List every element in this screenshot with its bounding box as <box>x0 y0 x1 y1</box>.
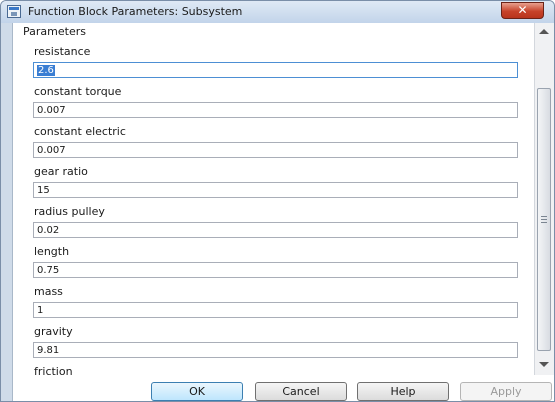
field-label-gravity: gravity <box>34 325 73 338</box>
radius-pulley-input[interactable]: 0.02 <box>33 222 518 238</box>
field-label-radius-pulley: radius pulley <box>34 205 105 218</box>
field-label-mass: mass <box>34 285 63 298</box>
resistance-input[interactable]: 2.6 <box>33 62 518 78</box>
dialog-window: Function Block Parameters: Subsystem ✕ P… <box>0 0 555 402</box>
cancel-button[interactable]: Cancel <box>255 382 347 401</box>
resistance-value: 2.6 <box>37 65 55 76</box>
field-label-gear-ratio: gear ratio <box>34 165 88 178</box>
field-label-friction: friction <box>34 365 73 378</box>
scrollbar-thumb[interactable] <box>537 88 551 351</box>
ok-button[interactable]: OK <box>151 382 243 401</box>
field-label-length: length <box>34 245 70 258</box>
parameters-group-label: Parameters <box>23 25 86 38</box>
window-title: Function Block Parameters: Subsystem <box>28 5 243 18</box>
close-icon: ✕ <box>517 3 528 17</box>
grip-line <box>541 216 547 217</box>
grip-line <box>541 219 547 220</box>
length-input[interactable]: 0.75 <box>33 262 518 278</box>
help-button[interactable]: Help <box>357 382 449 401</box>
app-icon-body <box>11 12 17 16</box>
apply-button[interactable]: Apply <box>460 382 552 401</box>
field-label-resistance: resistance <box>34 45 91 58</box>
app-icon[interactable] <box>7 5 21 18</box>
gear-ratio-input[interactable]: 15 <box>33 182 518 198</box>
mass-input[interactable]: 1 <box>33 302 518 318</box>
field-label-constant-electric: constant electric <box>34 125 126 138</box>
constant-electric-input[interactable]: 0.007 <box>33 142 518 158</box>
field-label-constant-torque: constant torque <box>34 85 122 98</box>
constant-torque-input[interactable]: 0.007 <box>33 102 518 118</box>
gravity-input[interactable]: 9.81 <box>33 342 518 358</box>
close-button[interactable]: ✕ <box>501 2 544 19</box>
chevron-up-icon[interactable] <box>539 29 549 34</box>
vertical-scrollbar[interactable] <box>534 23 554 375</box>
grip-line <box>541 222 547 223</box>
title-bar[interactable]: Function Block Parameters: Subsystem ✕ <box>1 1 554 23</box>
chevron-down-icon[interactable] <box>539 362 549 367</box>
app-icon-bar <box>9 7 19 10</box>
